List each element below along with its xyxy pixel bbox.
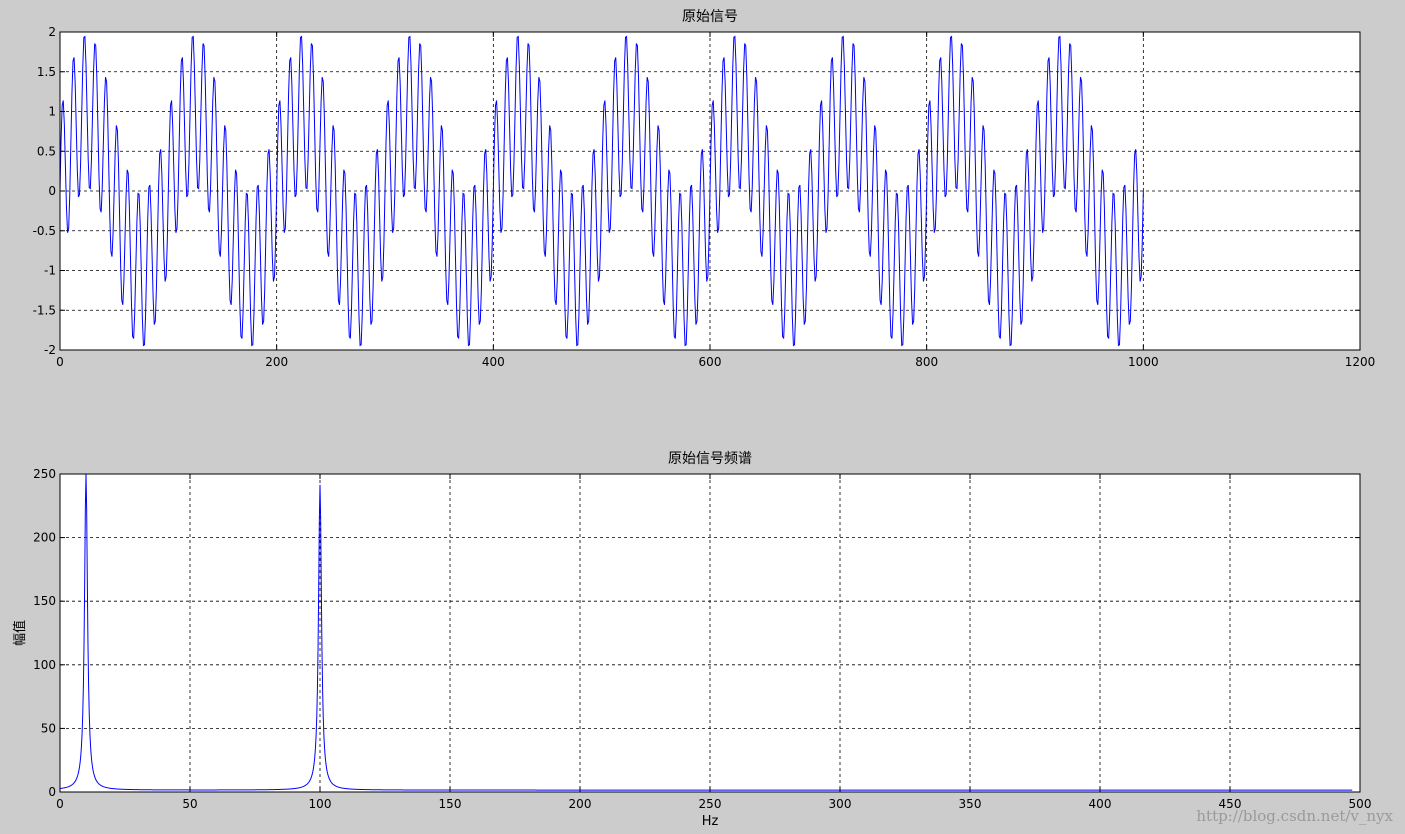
x-tick-label: 400 bbox=[1089, 797, 1112, 811]
x-tick-label: 100 bbox=[309, 797, 332, 811]
x-tick-label: 300 bbox=[829, 797, 852, 811]
x-tick-label: 250 bbox=[699, 797, 722, 811]
y-tick-label: 0 bbox=[48, 184, 56, 198]
y-tick-label: -2 bbox=[44, 343, 56, 357]
spectrum-y-axis-label: 幅值 bbox=[12, 620, 28, 646]
spectrum-plot-title: 原始信号频谱 bbox=[668, 451, 752, 467]
y-tick-label: -1 bbox=[44, 264, 56, 278]
y-tick-label: 0.5 bbox=[37, 144, 56, 158]
y-tick-label: 2 bbox=[48, 25, 56, 39]
y-tick-label: 1 bbox=[48, 105, 56, 119]
signal-plot-title: 原始信号 bbox=[682, 9, 738, 25]
y-tick-label: -1.5 bbox=[33, 303, 56, 317]
x-tick-label: 200 bbox=[265, 355, 288, 369]
x-tick-label: 1200 bbox=[1345, 355, 1376, 369]
y-tick-label: 0 bbox=[48, 785, 56, 799]
x-tick-label: 0 bbox=[56, 355, 64, 369]
x-tick-label: 0 bbox=[56, 797, 64, 811]
x-tick-label: 800 bbox=[915, 355, 938, 369]
signal-plot: 0 200 400 600 800 1000 1200 -2 -1.5 -1 -0.5 0 0.5 1 1… bbox=[33, 9, 1376, 369]
spectrum-plot: 0 50 100 150 200 250 300 350 400 450 500 050100150… bbox=[12, 451, 1371, 829]
y-tick-label: 250 bbox=[33, 467, 56, 481]
x-tick-label: 1000 bbox=[1128, 355, 1159, 369]
y-tick-label: 200 bbox=[33, 531, 56, 545]
y-tick-label: 1.5 bbox=[37, 65, 56, 79]
figure-canvas: 0 200 400 600 800 1000 1200 -2-1.5-1-0.500.511… bbox=[12, 9, 1394, 829]
x-tick-label: 350 bbox=[959, 797, 982, 811]
y-tick-label: 100 bbox=[33, 658, 56, 672]
y-tick-label: 50 bbox=[41, 721, 56, 735]
y-tick-label: 150 bbox=[33, 594, 56, 608]
x-tick-label: 150 bbox=[439, 797, 462, 811]
x-tick-label: 600 bbox=[699, 355, 722, 369]
x-tick-label: 400 bbox=[482, 355, 505, 369]
spectrum-x-axis-label: Hz bbox=[702, 814, 719, 829]
watermark-text: http://blog.csdn.net/v_nyx bbox=[1196, 807, 1393, 825]
y-tick-label: -0.5 bbox=[33, 224, 56, 238]
x-tick-label: 50 bbox=[182, 797, 197, 811]
x-tick-label: 200 bbox=[569, 797, 592, 811]
